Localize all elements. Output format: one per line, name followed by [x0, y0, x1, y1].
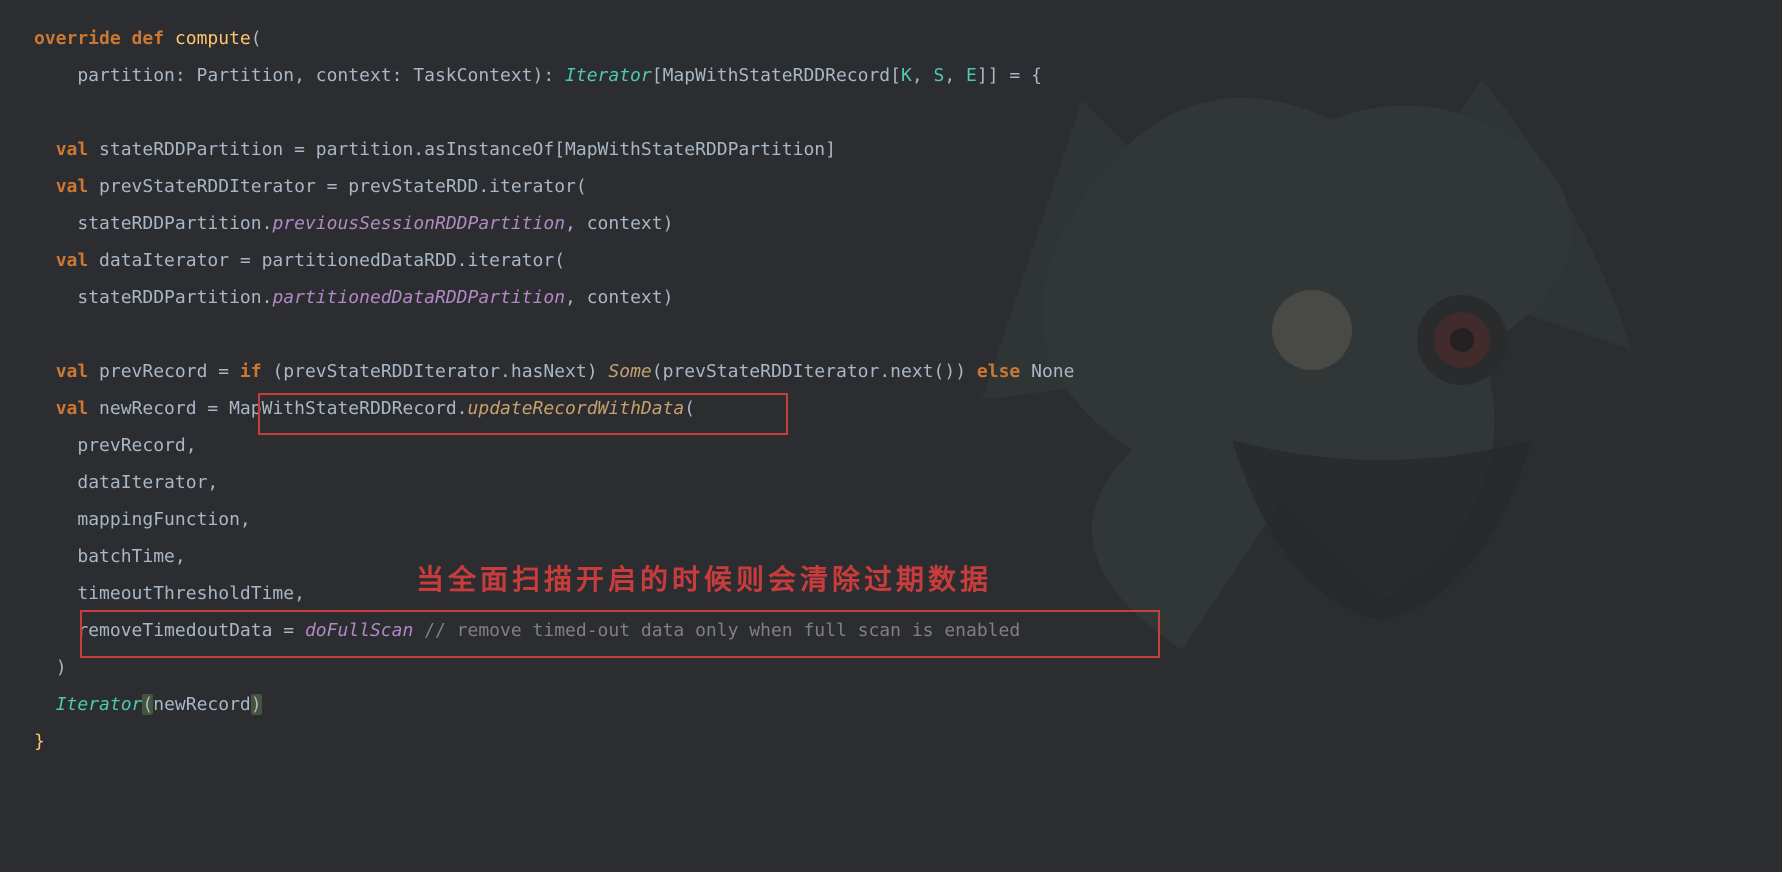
code-line: dataIterator,: [34, 464, 1782, 501]
code-line: Iterator(newRecord): [34, 686, 1782, 723]
code-line: val prevStateRDDIterator = prevStateRDD.…: [34, 168, 1782, 205]
code-line: removeTimedoutData = doFullScan // remov…: [34, 612, 1782, 649]
code-line: val stateRDDPartition = partition.asInst…: [34, 131, 1782, 168]
code-line: partition: Partition, context: TaskConte…: [34, 57, 1782, 94]
code-line: val prevRecord = if (prevStateRDDIterato…: [34, 353, 1782, 390]
code-line: [34, 94, 1782, 131]
code-line: }: [34, 723, 1782, 760]
annotation-text: 当全面扫描开启的时候则会清除过期数据: [416, 562, 992, 599]
code-line: val newRecord = MapWithStateRDDRecord.up…: [34, 390, 1782, 427]
code-line: [34, 316, 1782, 353]
code-line: override def compute(: [34, 20, 1782, 57]
code-line: val dataIterator = partitionedDataRDD.it…: [34, 242, 1782, 279]
code-line: stateRDDPartition.partitionedDataRDDPart…: [34, 279, 1782, 316]
code-line: ): [34, 649, 1782, 686]
code-line: mappingFunction,: [34, 501, 1782, 538]
code-editor[interactable]: override def compute( partition: Partiti…: [0, 0, 1782, 760]
code-line: prevRecord,: [34, 427, 1782, 464]
code-line: stateRDDPartition.previousSessionRDDPart…: [34, 205, 1782, 242]
